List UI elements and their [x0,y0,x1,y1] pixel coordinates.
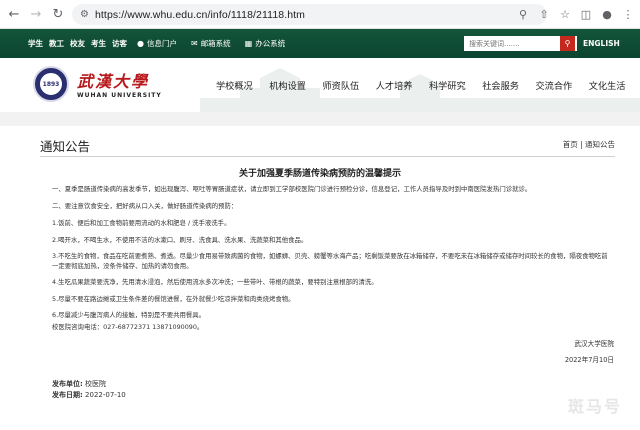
article-paragraph: 二、要注意饮食安全，把好病从口入关，做好肠道传染病的预防： [52,202,238,210]
article-paragraph: 5.尽量不要在路边摊或卫生条件差的餐馆进餐，在外就餐少吃凉拌菜和肉类烧烤食物。 [52,295,295,303]
profile-icon[interactable]: ● [599,6,615,22]
article-title: 关于加强夏季肠道传染病预防的温馨提示 [238,169,401,179]
article-paragraph: 3.不吃生的食物，食品在吃前要煮熟、煮透。尽量少食用易带致病菌的食物，如螺蛳、贝… [52,252,608,270]
breadcrumb[interactable]: 首页 | 通知公告 [563,139,615,150]
publisher-value: 校医院 [85,380,107,388]
zoom-icon[interactable]: ⚲ [515,6,531,22]
watermark: 斑马号 [567,397,622,416]
user-icon: ● [137,39,144,48]
top-strip: 学生 教工 校友 考生 访客 ● 信息门户 ✉ 邮箱系统 ▦ 办公系统 ⚲ EN… [0,29,640,58]
nav-education[interactable]: 人才培养 [376,78,413,92]
search-icon[interactable]: ⚲ [560,36,575,51]
portal-mail[interactable]: ✉ 邮箱系统 [191,38,231,49]
back-icon[interactable]: ← [6,6,22,22]
nav-research[interactable]: 科学研究 [429,78,466,92]
nav-organization[interactable]: 机构设置 [269,78,306,92]
article-paragraph: 1.饭前、便后和加工食物前要用流动的水和肥皂 / 洗手液洗手。 [52,219,231,227]
link-alumni[interactable]: 校友 [70,38,85,49]
publisher-label: 发布单位: [52,380,83,388]
link-staff[interactable]: 教工 [49,38,64,49]
mail-icon: ✉ [190,39,198,48]
section-divider [40,156,615,157]
portal-office-label: 办公系统 [255,39,286,48]
nav-faculty[interactable]: 师资队伍 [323,78,360,92]
audience-links: 学生 教工 校友 考生 访客 [28,29,127,58]
url-text[interactable]: https://www.whu.edu.cn/info/1118/21118.h… [95,9,305,21]
link-visitors[interactable]: 访客 [112,38,127,49]
publish-date-label: 发布日期: [52,391,83,399]
sidebar-icon[interactable]: ◫ [578,6,594,22]
brand-name-en: WUHAN UNIVERSITY [77,92,162,99]
menu-icon[interactable]: ⋮ [620,6,636,22]
office-icon: ▦ [244,39,253,48]
university-seal[interactable]: 1893 [33,66,69,102]
browser-toolbar: ← → ↻ ⚙ https://www.whu.edu.cn/info/1118… [0,0,640,29]
page-title: 通知公告 [40,139,91,154]
seal-year: 1893 [39,72,63,96]
nav-overview[interactable]: 学校概况 [216,78,253,92]
publish-date-value: 2022-07-10 [85,391,126,399]
address-bar[interactable]: ⚙ https://www.whu.edu.cn/info/1118/21118… [72,4,547,25]
publisher-line: 发布单位: 校医院 [52,379,106,389]
nav-culture[interactable]: 文化生活 [589,78,626,92]
browser-actions: ⚲ ⇧ ☆ ◫ ● ⋮ [515,6,636,22]
search-input[interactable] [464,37,560,50]
article-paragraph: 6.尽量减少与腹泻病人的接触，特别是不要共用餐具。 [52,311,206,319]
portal-info-label: 信息门户 [146,39,177,48]
language-switch[interactable]: ENGLISH [583,39,620,48]
header-divider-band [0,112,640,126]
article-signature: 武汉大学医院 [574,340,614,348]
forward-icon[interactable]: → [28,6,44,22]
article-paragraph: 一、夏季是肠道传染病的高发季节，如出现腹泻、呕吐等胃肠道症状，请立即到工学部校医… [52,185,532,193]
nav-service[interactable]: 社会服务 [482,78,519,92]
portal-links: ● 信息门户 ✉ 邮箱系统 ▦ 办公系统 [137,29,285,58]
link-applicants[interactable]: 考生 [91,38,106,49]
article-paragraph: 2.喝开水，不喝生水，不使用不洁的水漱口、刷牙、洗食具、洗水果、洗蔬菜和其他食品… [52,236,308,244]
nav-exchange[interactable]: 交流合作 [536,78,573,92]
portal-mail-label: 邮箱系统 [200,39,231,48]
article-date: 2022年7月10日 [564,356,614,364]
site-header: 1893 武漢大學 WUHAN UNIVERSITY 学校概况 机构设置 师资队… [0,58,640,112]
main-nav: 学校概况 机构设置 师资队伍 人才培养 科学研究 社会服务 交流合作 文化生活 [216,78,640,92]
brand-name-cn[interactable]: 武漢大學 [77,68,149,92]
link-students[interactable]: 学生 [28,38,43,49]
portal-office[interactable]: ▦ 办公系统 [245,38,286,49]
portal-info[interactable]: ● 信息门户 [137,38,177,49]
reload-icon[interactable]: ↻ [50,6,66,22]
share-icon[interactable]: ⇧ [536,6,552,22]
bookmark-star-icon[interactable]: ☆ [557,6,573,22]
site-search: ⚲ [464,36,577,51]
article-paragraph: 4.生吃瓜果蔬菜要洗净，先用清水浸泡，然后使用流水多次冲洗；一些带叶、带根的蔬菜… [52,278,378,286]
publish-date-line: 发布日期: 2022-07-10 [52,390,126,400]
site-info-icon[interactable]: ⚙ [80,9,89,20]
article-paragraph: 校医院咨询电话：027-68772371 13871090090。 [52,323,204,331]
